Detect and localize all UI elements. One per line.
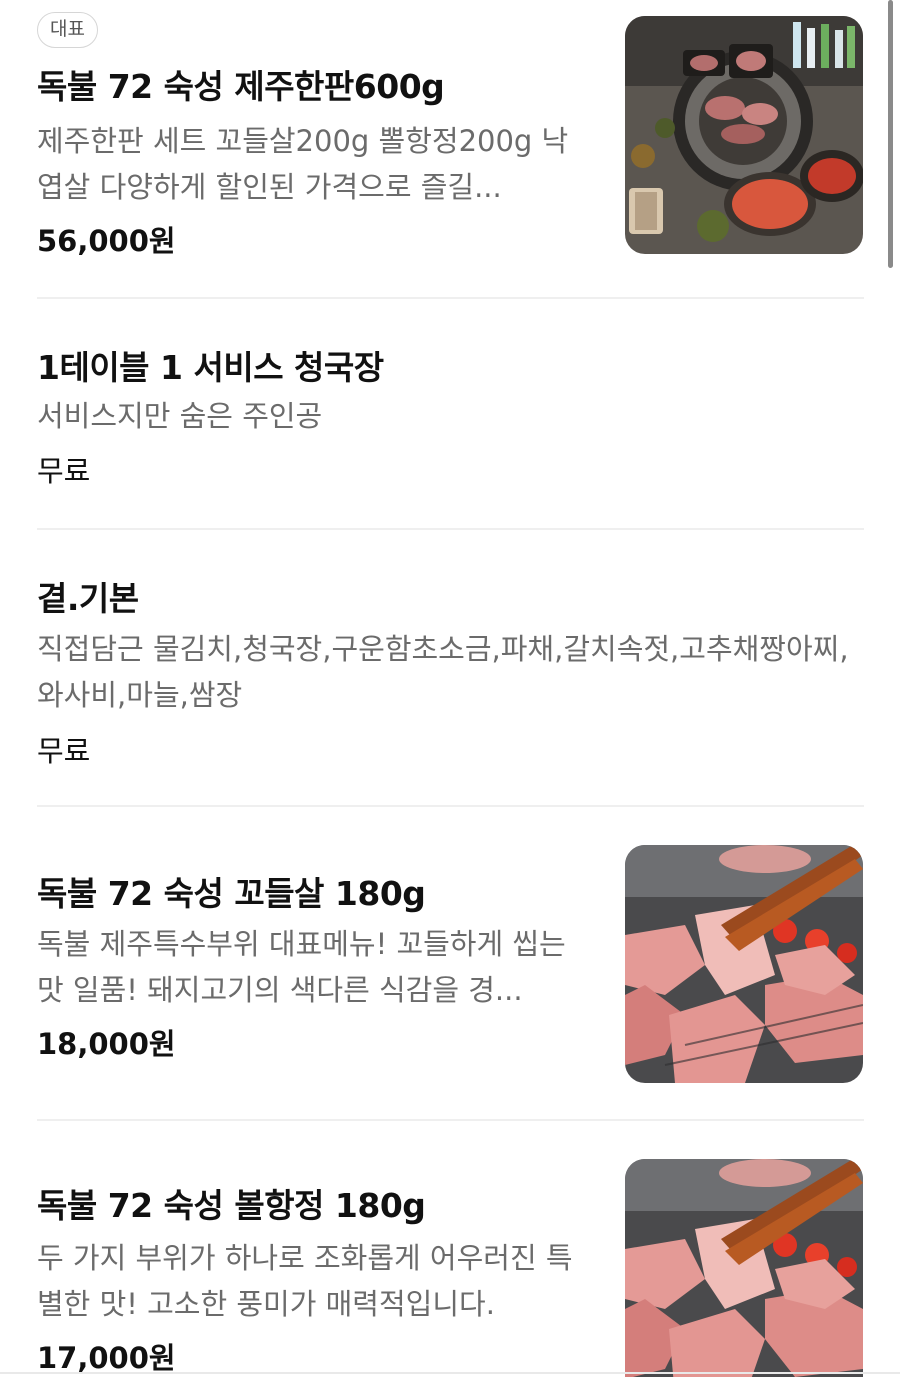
menu-item[interactable]: 독불 72 숙성 꼬들살 180g 독불 제주특수부위 대표메뉴! 꼬들하게 씹… [37, 807, 864, 1120]
menu-item-title: 독불 72 숙성 꼬들살 180g [37, 874, 426, 913]
menu-item-description: 직접담근 물김치,청국장,구운함초소금,파채,갈치속젓,고추채짱아찌,와사비,마… [37, 632, 849, 712]
menu-item-thumbnail[interactable] [625, 845, 863, 1083]
menu-item-price: 무료 [37, 454, 91, 488]
menu-item-thumbnail[interactable] [625, 1159, 863, 1377]
menu-item-price: 18,000원 [37, 1027, 176, 1061]
menu-item-description: 제주한판 세트 꼬들살200g 뽈항정200g 낙엽살 다양하게 할인된 가격으… [37, 124, 569, 204]
menu-item-title: 1테이블 1 서비스 청국장 [37, 348, 384, 387]
scrollbar[interactable] [888, 0, 893, 268]
menu-item-title: 곁.기본 [37, 579, 139, 618]
menu-item-description: 서비스지만 숨은 주인공 [37, 399, 323, 433]
grill-table-set-photo-icon [625, 16, 863, 254]
menu-item-price: 무료 [37, 734, 91, 768]
menu-item[interactable]: 대표 독불 72 숙성 제주한판600g 제주한판 세트 꼬들살200g 뽈항정… [37, 0, 864, 298]
menu-item-price: 56,000원 [37, 224, 176, 258]
grilled-pork-tongs-photo-icon [625, 1159, 863, 1377]
grilled-pork-tongs-photo-icon [625, 845, 863, 1083]
menu-item-thumbnail[interactable] [625, 16, 863, 254]
bottom-divider [0, 1372, 900, 1374]
menu-item-title: 독불 72 숙성 제주한판600g [37, 67, 445, 106]
menu-item[interactable]: 독불 72 숙성 볼항정 180g 두 가지 부위가 하나로 조화롭게 어우러진… [37, 1121, 864, 1377]
menu-item[interactable]: 1테이블 1 서비스 청국장 서비스지만 숨은 주인공 무료 [37, 299, 864, 529]
menu-item-description: 두 가지 부위가 하나로 조화롭게 어우러진 특별한 맛! 고소한 풍미가 매력… [37, 1241, 573, 1321]
menu-item-title: 독불 72 숙성 볼항정 180g [37, 1186, 426, 1225]
menu-item-description: 독불 제주특수부위 대표메뉴! 꼬들하게 씹는 맛 일품! 돼지고기의 색다른 … [37, 927, 566, 1007]
menu-item[interactable]: 곁.기본 직접담근 물김치,청국장,구운함초소금,파채,갈치속젓,고추채짱아찌,… [37, 530, 864, 806]
signature-badge: 대표 [37, 12, 98, 48]
menu-item-price: 17,000원 [37, 1341, 176, 1375]
